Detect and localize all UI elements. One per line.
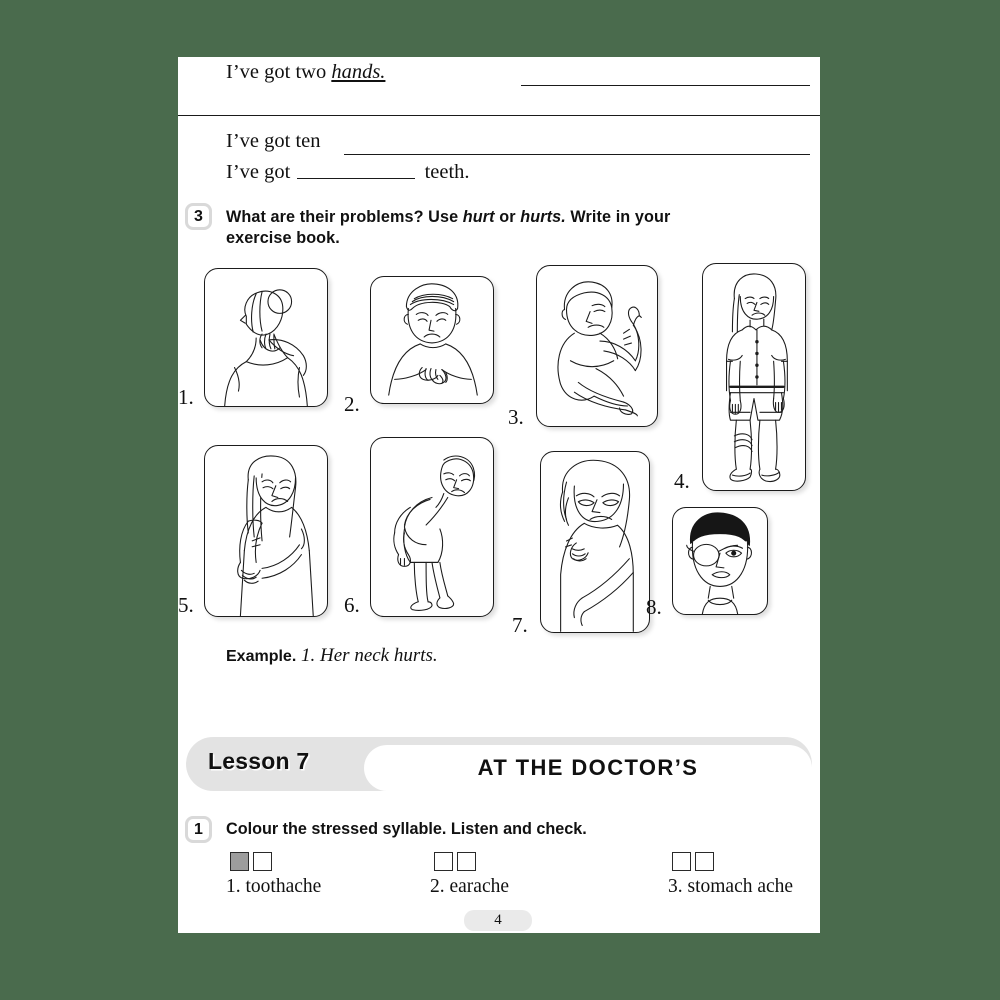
page-number-badge: 4 xyxy=(464,910,532,931)
syllable-boxes-3 xyxy=(672,852,793,871)
picture-panel-2[interactable] xyxy=(370,276,494,404)
syllable-label-3: 3. stomach ache xyxy=(668,876,794,897)
exercise-3-number: 3 xyxy=(194,207,203,225)
syllable-item-1: 1. toothache xyxy=(226,852,321,898)
picture-panel-7[interactable] xyxy=(540,451,650,633)
syllable-box-2-1[interactable] xyxy=(434,852,453,871)
fill-in-rule-2[interactable] xyxy=(344,154,810,155)
fill-in-line-2-prefix: I’ve got ten xyxy=(226,130,321,152)
fill-in-line-2: I’ve got ten xyxy=(226,130,321,153)
syllable-label-2: 2. earache xyxy=(430,876,510,897)
fill-in-line-3: I’ve got teeth. xyxy=(226,161,470,184)
worksheet-page: I’ve got two hands. I’ve got ten I’ve go… xyxy=(178,57,820,933)
lesson-header-bar: Lesson 7 AT THE DOCTOR’S xyxy=(186,737,812,791)
syllable-boxes-1 xyxy=(230,852,321,871)
picture-panel-8[interactable] xyxy=(672,507,768,615)
example-sentence: 1. Her neck hurts. xyxy=(301,645,438,666)
picture-number-6: 6. xyxy=(344,593,360,617)
syllable-box-2-2[interactable] xyxy=(457,852,476,871)
syllable-label-1: 1. toothache xyxy=(226,876,322,897)
exercise-1-heading: Colour the stressed syllable. Listen and… xyxy=(226,820,587,838)
exercise-3-heading: What are their problems? Use hurt or hur… xyxy=(226,207,810,250)
picture-panel-1[interactable] xyxy=(204,268,328,407)
syllable-box-1-1[interactable] xyxy=(230,852,249,871)
exercise-1-number: 1 xyxy=(194,820,203,838)
fill-in-line-1-prefix: I’ve got two xyxy=(226,61,332,83)
fill-in-line-3-suffix: teeth. xyxy=(419,161,470,183)
lesson-label: Lesson 7 xyxy=(208,748,310,774)
fill-in-line-3-prefix: I’ve got xyxy=(226,161,296,183)
picture-number-4: 4. xyxy=(674,469,690,493)
fill-in-rule-1a[interactable] xyxy=(521,85,810,86)
fill-in-blank-3[interactable] xyxy=(297,166,416,179)
picture-number-5: 5. xyxy=(178,593,194,617)
example-line: Example. 1. Her neck hurts. xyxy=(226,645,438,667)
picture-number-3: 3. xyxy=(508,405,524,429)
exercise-3-heading-part1: What are their problems? Use xyxy=(226,208,463,226)
exercise-3-heading-italic-hurt: hurt xyxy=(462,208,495,226)
picture-panel-3[interactable] xyxy=(536,265,658,427)
picture-number-1: 1. xyxy=(178,385,194,409)
picture-number-7: 7. xyxy=(512,613,528,637)
syllable-box-3-2[interactable] xyxy=(695,852,714,871)
picture-number-2: 2. xyxy=(344,392,360,416)
exercise-3-badge: 3 xyxy=(185,203,212,230)
exercise-3-heading-italic-hurts: hurts. xyxy=(520,208,566,226)
syllable-item-2: 2. earache xyxy=(430,852,509,898)
exercise-3-heading-part3: Write in your xyxy=(565,208,671,226)
picture-number-8: 8. xyxy=(646,595,662,619)
lesson-title: AT THE DOCTOR’S xyxy=(477,755,699,780)
fill-in-line-1-answer: hands. xyxy=(331,61,386,83)
picture-panel-4[interactable] xyxy=(702,263,806,491)
exercise-3-heading-part2: or xyxy=(494,208,521,226)
exercise-1-badge: 1 xyxy=(185,816,212,843)
syllable-box-3-1[interactable] xyxy=(672,852,691,871)
syllable-boxes-2 xyxy=(434,852,509,871)
picture-panel-6[interactable] xyxy=(370,437,494,617)
syllable-item-3: 3. stomach ache xyxy=(668,852,793,898)
fill-in-line-1: I’ve got two hands. xyxy=(226,61,385,84)
example-label: Example. xyxy=(226,648,297,665)
picture-panel-5[interactable] xyxy=(204,445,328,617)
exercise-3-heading-line2: exercise book. xyxy=(226,229,340,248)
fill-in-rule-1b[interactable] xyxy=(178,115,820,116)
syllable-box-1-2[interactable] xyxy=(253,852,272,871)
